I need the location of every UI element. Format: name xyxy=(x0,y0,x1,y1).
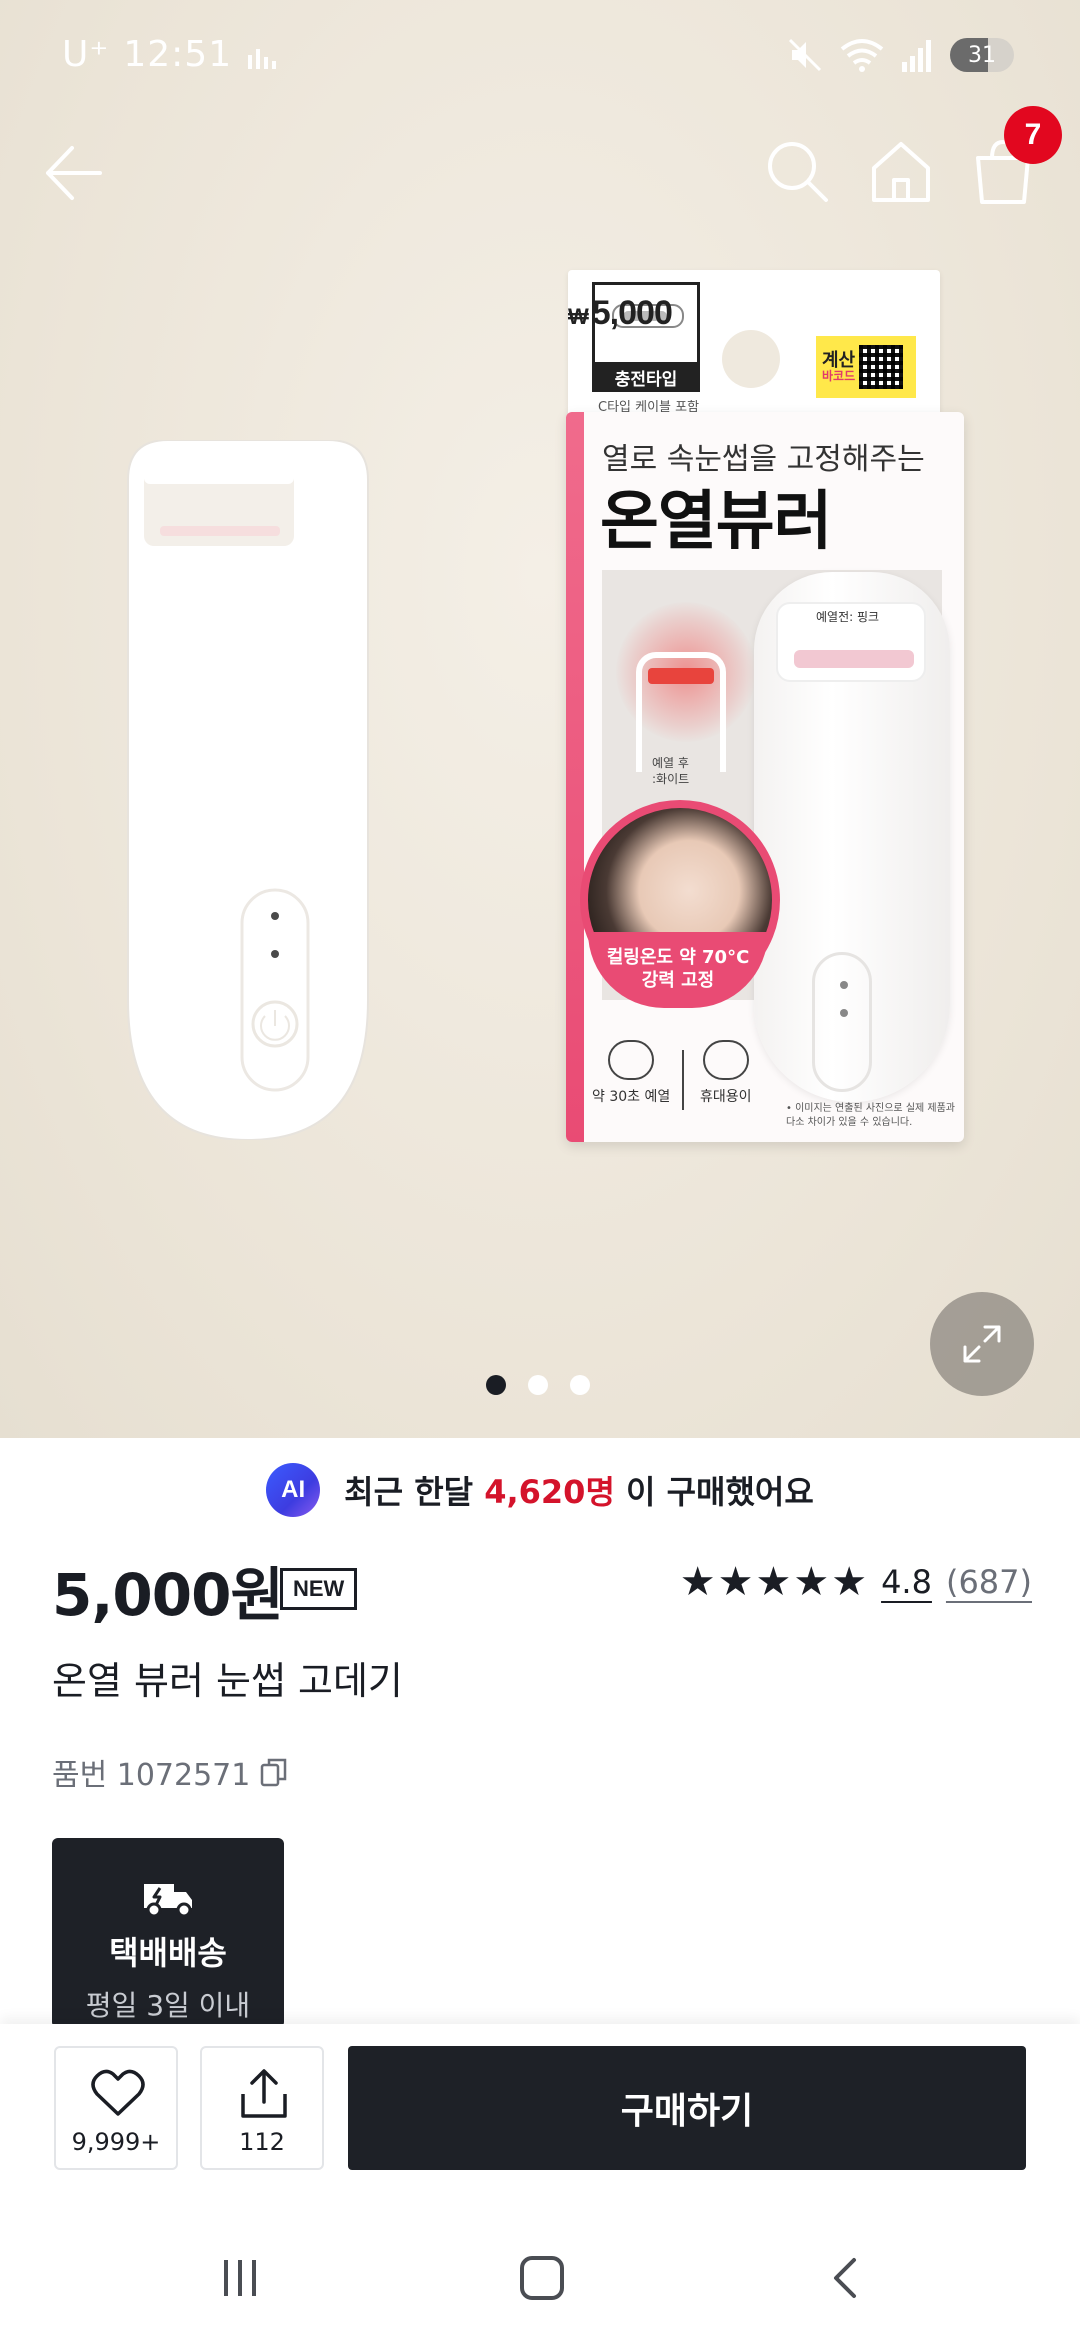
search-icon[interactable] xyxy=(762,136,832,206)
ai-purchase-banner: AI 최근 한달 4,620명 이 구매했어요 xyxy=(0,1460,1080,1520)
feature-portable-label: 휴대용이 xyxy=(700,1089,752,1105)
battery-level: 31 xyxy=(968,42,996,68)
carrier-label: U⁺ xyxy=(62,34,110,75)
box-price-value: 5,000 xyxy=(591,294,673,332)
star-icon: ★ xyxy=(831,1559,868,1605)
label-after-line1: 예열 후 xyxy=(652,756,689,770)
star-icon: ★ xyxy=(755,1559,792,1605)
box-side-stripe xyxy=(566,412,584,1142)
mute-icon xyxy=(788,38,822,72)
ai-text-before: 최근 한달 xyxy=(344,1473,474,1511)
copy-icon[interactable] xyxy=(260,1757,288,1787)
cart-count-badge: 7 xyxy=(1004,106,1062,164)
box-disclaimer: • 이미지는 연출된 사진으로 실제 제품과 다소 차이가 있을 수 있습니다. xyxy=(786,1103,955,1128)
ai-buyer-count: 4,620명 xyxy=(484,1473,615,1511)
system-back-icon[interactable] xyxy=(824,2256,868,2300)
like-count: 9,999+ xyxy=(71,2128,161,2156)
like-button[interactable]: 9,999+ xyxy=(54,2046,178,2170)
rating-score[interactable]: 4.8 xyxy=(881,1563,932,1601)
star-icon: ★ xyxy=(793,1559,830,1605)
delivery-truck-icon xyxy=(144,1884,192,1918)
delivery-option-card[interactable]: 택배배송 평일 3일 이내 xyxy=(52,1838,284,2028)
expand-icon xyxy=(963,1325,1001,1363)
feature-preheat-label: 약 30초 예열 xyxy=(592,1089,671,1105)
qr-code-icon xyxy=(859,345,904,389)
system-navigation-bar xyxy=(0,2216,1080,2340)
expand-image-button[interactable] xyxy=(930,1292,1034,1396)
feature-divider xyxy=(682,1050,684,1110)
home-button-icon[interactable] xyxy=(520,2256,564,2300)
heart-icon xyxy=(91,2069,145,2116)
gallery-dot-2[interactable] xyxy=(528,1375,548,1395)
label-after-heat: 예열 후:화이트 xyxy=(652,756,689,787)
price-row: 5,000원 NEW ★ ★ ★ ★ ★ 4.8 (687) xyxy=(52,1548,1032,1629)
box-curler-image xyxy=(754,572,950,1102)
calc-label: 계산 xyxy=(822,349,856,371)
curler-control-panel xyxy=(812,952,872,1092)
signal-activity-icon xyxy=(248,48,277,69)
status-bar: U⁺ 12:51 31 xyxy=(0,0,1080,110)
bottom-action-bar: 9,999+ 112 구매하기 xyxy=(0,2024,1080,2216)
status-left: U⁺ 12:51 xyxy=(62,34,282,75)
portable-icon xyxy=(702,1040,749,1080)
ai-text-after: 이 구매했어요 xyxy=(626,1473,814,1511)
box-price: ₩5,000 xyxy=(568,294,908,333)
home-icon[interactable] xyxy=(866,136,936,206)
top-nav xyxy=(0,120,1080,220)
share-icon xyxy=(241,2069,287,2118)
product-title: 온열 뷰러 눈썹 고데기 xyxy=(52,1659,403,1703)
heat-icon xyxy=(608,1040,655,1080)
feature-portable: 휴대용이 xyxy=(700,1040,752,1106)
label-after-line2: :화이트 xyxy=(652,771,690,786)
product-box: 열로 속눈썹을 고정해주는 온열뷰러 예열 후:화이트 예열전: 핑크 컬링온도… xyxy=(566,412,964,1142)
label-before-heat: 예열전: 핑크 xyxy=(816,610,880,624)
product-price: 5,000원 xyxy=(52,1561,284,1629)
ai-badge: AI xyxy=(266,1463,321,1517)
barcode-label: 계산 바코드 xyxy=(816,336,916,398)
battery-icon: 31 xyxy=(950,38,1014,72)
eyelash-curler-image xyxy=(127,440,369,1140)
recent-apps-icon[interactable] xyxy=(218,2256,262,2300)
clock: 12:51 xyxy=(123,34,233,75)
product-box-top: 충전타입 C타입 케이블 포함 ₩5,000 계산 바코드 xyxy=(568,270,940,420)
product-sku: 품번 1072571 xyxy=(52,1750,288,1794)
delivery-eta: 평일 3일 이내 xyxy=(85,1989,251,2022)
feature-preheat: 약 30초 예열 xyxy=(592,1040,670,1106)
delivery-title: 택배배송 xyxy=(109,1934,227,1972)
status-right: 31 xyxy=(786,36,1014,74)
buy-button[interactable]: 구매하기 xyxy=(348,2046,1026,2170)
mini-curler-image xyxy=(636,652,726,772)
cell-signal-icon xyxy=(902,40,931,72)
ribbon-line1: 컬링온도 약 70°C xyxy=(606,947,750,968)
curler-pad xyxy=(794,650,914,668)
ribbon-line2: 강력 고정 xyxy=(641,970,715,992)
calc-sub: 바코드 xyxy=(822,369,856,384)
new-badge: NEW xyxy=(280,1568,358,1610)
wifi-icon xyxy=(840,39,884,72)
ai-banner-text: 최근 한달 4,620명 이 구매했어요 xyxy=(344,1467,814,1513)
gallery-dot-1[interactable] xyxy=(486,1375,506,1395)
back-arrow-icon[interactable] xyxy=(40,140,106,206)
share-count: 112 xyxy=(239,2128,285,2156)
hang-hole xyxy=(722,330,780,388)
box-product-name: 온열뷰러 xyxy=(600,485,833,559)
gallery-pagination xyxy=(486,1375,590,1395)
star-icon: ★ xyxy=(679,1559,716,1605)
star-icon: ★ xyxy=(717,1559,754,1605)
review-count[interactable]: (687) xyxy=(946,1563,1032,1601)
currency-symbol: ₩ xyxy=(568,304,589,329)
rating[interactable]: ★ ★ ★ ★ ★ 4.8 (687) xyxy=(680,1562,1032,1602)
gallery-dot-3[interactable] xyxy=(570,1375,590,1395)
product-image-gallery[interactable]: 충전타입 C타입 케이블 포함 ₩5,000 계산 바코드 열로 속눈썹을 고정해… xyxy=(0,0,1080,1438)
charge-type-label: 충전타입 xyxy=(592,362,700,392)
share-button[interactable]: 112 xyxy=(200,2046,324,2170)
sku-text: 품번 1072571 xyxy=(52,1758,251,1793)
rating-stars: ★ ★ ★ ★ ★ xyxy=(680,1562,867,1602)
